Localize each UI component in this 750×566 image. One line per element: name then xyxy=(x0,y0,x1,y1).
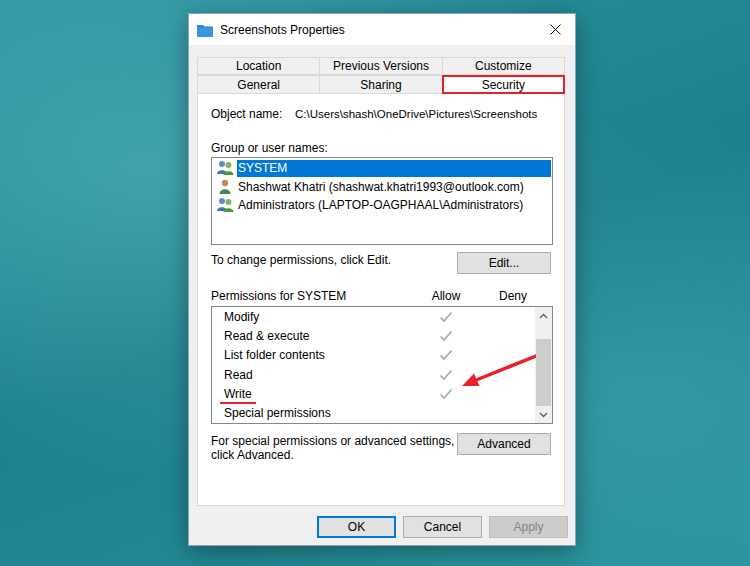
folder-icon xyxy=(197,23,213,37)
permission-name-text: Read & execute xyxy=(220,329,313,346)
user-group-icon xyxy=(217,197,234,213)
tab[interactable]: General xyxy=(197,75,320,94)
security-panel: Object name:C:\Users\shash\OneDrive\Pict… xyxy=(197,94,565,506)
user-group-icon xyxy=(217,160,234,176)
permissions-header: Permissions for SYSTEMAllow Deny xyxy=(211,288,553,304)
tab[interactable]: Previous Versions xyxy=(319,57,442,75)
object-name-row: Object name:C:\Users\shash\OneDrive\Pict… xyxy=(211,106,553,122)
allow-cell xyxy=(424,307,468,326)
permission-row: Special permissions xyxy=(212,404,535,423)
scroll-thumb[interactable] xyxy=(536,339,551,406)
user-icon xyxy=(217,179,234,195)
tab[interactable]: Sharing xyxy=(319,75,442,94)
group-name: SYSTEM xyxy=(237,160,551,177)
tab[interactable]: Customize xyxy=(442,57,565,75)
window-title: Screenshots Properties xyxy=(220,23,536,37)
permission-rows: Modify Read & execute List folder contents… xyxy=(212,307,535,423)
scroll-down-icon[interactable] xyxy=(539,412,548,418)
permission-name-text: Write xyxy=(220,387,256,404)
column-header: Allow xyxy=(424,289,468,303)
group-item[interactable]: SYSTEM xyxy=(217,159,551,178)
scrollbar xyxy=(535,307,552,423)
close-icon xyxy=(550,24,561,35)
dialog-button[interactable]: Apply xyxy=(489,516,568,538)
permission-name: Read & execute xyxy=(212,329,424,343)
permission-name-text: Special permissions xyxy=(220,406,335,423)
scroll-track[interactable] xyxy=(535,324,552,406)
permission-row: Read xyxy=(212,365,535,384)
deny-cell xyxy=(491,365,535,384)
permissions-list: Modify Read & execute List folder contents… xyxy=(211,306,553,424)
scroll-up-icon[interactable] xyxy=(539,313,548,319)
object-name-value: C:\Users\shash\OneDrive\Pictures\Screens… xyxy=(295,108,537,120)
column-header: Deny xyxy=(491,289,535,303)
permission-name-text: List folder contents xyxy=(220,348,329,365)
tab[interactable]: Location xyxy=(197,57,320,75)
permission-name: Special permissions xyxy=(212,406,424,420)
deny-cell xyxy=(491,307,535,326)
check-icon xyxy=(439,330,453,342)
permission-row: Write xyxy=(212,384,535,403)
group-list: SYSTEMShashwat Khatri (shashwat.khatri19… xyxy=(211,157,553,245)
permission-name: Modify xyxy=(212,310,424,324)
tab[interactable]: Security xyxy=(442,75,565,94)
advanced-button[interactable]: Advanced xyxy=(457,433,551,455)
tab-row: GeneralSharingSecurity xyxy=(197,75,565,94)
permission-name: Write xyxy=(212,387,424,401)
permission-name-text: Modify xyxy=(220,310,263,327)
properties-window: Screenshots Properties LocationPrevious V… xyxy=(188,13,576,546)
permission-name-text: Read xyxy=(220,368,257,385)
desktop: Screenshots Properties LocationPrevious V… xyxy=(0,0,750,566)
allow-cell xyxy=(424,384,468,403)
deny-cell xyxy=(491,326,535,345)
check-icon xyxy=(439,369,453,381)
groups-label: Group or user names: xyxy=(211,140,553,156)
close-button[interactable] xyxy=(543,18,567,42)
allow-cell xyxy=(424,326,468,345)
annotation-arrow-icon xyxy=(460,354,536,390)
permission-name: List folder contents xyxy=(212,348,424,362)
advanced-hint: For special permissions or advanced sett… xyxy=(211,433,455,462)
allow-cell xyxy=(424,365,468,384)
check-icon xyxy=(439,311,453,323)
deny-cell xyxy=(491,404,535,423)
permission-row: Read & execute xyxy=(212,326,535,345)
group-name: Administrators (LAPTOP-OAGPHAAL\Administ… xyxy=(237,197,551,214)
title-bar: Screenshots Properties xyxy=(189,14,575,45)
permission-row: Modify xyxy=(212,307,535,326)
deny-cell xyxy=(491,346,535,365)
permission-name: Read xyxy=(212,368,424,382)
edit-row: To change permissions, click Edit. Edit..… xyxy=(211,252,553,274)
allow-cell xyxy=(424,346,468,365)
advanced-row: For special permissions or advanced sett… xyxy=(211,433,553,462)
dialog-button[interactable]: OK xyxy=(317,516,396,538)
scroll-down-button[interactable] xyxy=(535,406,552,423)
dialog-buttons: OK Cancel Apply xyxy=(189,516,575,538)
edit-hint: To change permissions, click Edit. xyxy=(211,252,391,267)
tab-row: LocationPrevious VersionsCustomize xyxy=(197,57,565,75)
permissions-label: Permissions for SYSTEM xyxy=(211,289,424,303)
scroll-up-button[interactable] xyxy=(535,307,552,324)
group-name: Shashwat Khatri (shashwat.khatri1993@out… xyxy=(237,178,551,195)
edit-button[interactable]: Edit... xyxy=(457,252,551,274)
group-item[interactable]: Administrators (LAPTOP-OAGPHAAL\Administ… xyxy=(217,196,551,215)
check-icon xyxy=(439,349,453,361)
deny-cell xyxy=(491,384,535,403)
dialog-button[interactable]: Cancel xyxy=(403,516,482,538)
check-icon xyxy=(439,388,453,400)
group-item[interactable]: Shashwat Khatri (shashwat.khatri1993@out… xyxy=(217,178,551,197)
object-name-label: Object name: xyxy=(211,107,295,121)
allow-cell xyxy=(424,404,468,423)
permission-row: List folder contents xyxy=(212,346,535,365)
tab-strip: LocationPrevious VersionsCustomizeGenera… xyxy=(197,57,565,506)
